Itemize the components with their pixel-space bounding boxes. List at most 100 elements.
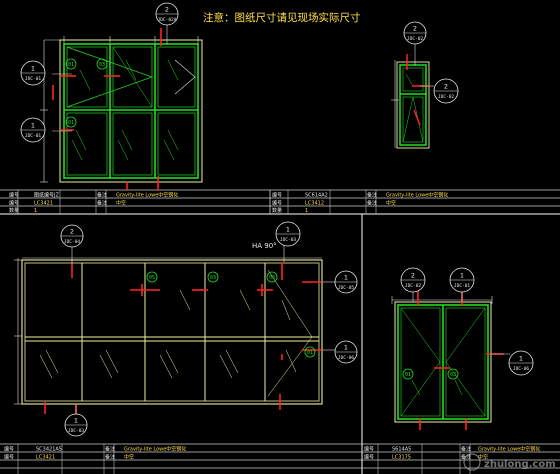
svg-text:JDC-03: JDC-03: [68, 428, 85, 434]
section-callout-jdc-04: 2 JDC-04: [60, 224, 84, 248]
svg-text:Gravity-lite Lowe中空钢化: Gravity-lite Lowe中空钢化: [386, 192, 448, 199]
section-callout-jdc-02-c: 2 JDC-02: [400, 267, 426, 293]
svg-text:图纸编号JZ: 图纸编号JZ: [34, 192, 59, 199]
svg-text:1: 1: [286, 226, 290, 234]
svg-text:Gravity-lite Lowe中空钢化: Gravity-lite Lowe中空钢化: [124, 446, 186, 453]
svg-text:JDC-02A: JDC-02A: [158, 17, 177, 23]
cad-drawing-viewport: 编号 图纸编号JZ 备注 Gravity-lite Lowe中空钢化 编号 LC…: [0, 0, 560, 474]
svg-text:2: 2: [413, 25, 417, 33]
svg-text:备注: 备注: [367, 200, 377, 207]
svg-text:S614A5: S614A5: [392, 447, 411, 453]
section-callout-jdc-02-b: 2 JDC-02: [433, 78, 459, 104]
svg-text:数量: 数量: [9, 207, 19, 214]
svg-text:1: 1: [344, 344, 348, 352]
section-callout-jdc-02a: 2 JDC-02A: [155, 2, 179, 26]
title-block-bottom-left: 编号 SC3421A5 备注 Gravity-lite Lowe中空钢化 编号 …: [4, 446, 186, 461]
panel-tag-8: 01: [402, 368, 414, 380]
svg-text:JDC-01: JDC-01: [25, 76, 42, 82]
panel-tag-9: 03: [447, 368, 459, 380]
title-block-top-right: 编号 SC614A2 备注 Gravity-lite Lowe中空钢化 编号 L…: [272, 192, 448, 215]
panel-tag-3: 01: [65, 116, 77, 128]
svg-text:LC3412: LC3412: [305, 201, 324, 207]
svg-text:2: 2: [70, 228, 74, 236]
svg-text:编号: 编号: [364, 454, 374, 461]
svg-text:1: 1: [74, 417, 78, 425]
svg-text:JDC-01: JDC-01: [25, 133, 42, 139]
svg-text:Gravity-lite Lowe中空钢化: Gravity-lite Lowe中空钢化: [116, 192, 178, 199]
svg-text:数量: 数量: [272, 207, 282, 214]
section-callout-jdc-03-b: 1 JDC-03: [64, 413, 88, 437]
svg-text:1: 1: [519, 355, 523, 363]
svg-text:编号: 编号: [9, 200, 19, 207]
svg-text:03: 03: [450, 372, 456, 378]
section-callout-jdc-05: 1 JDC-05: [334, 270, 358, 294]
svg-text:备注: 备注: [97, 200, 107, 207]
section-callout-jdc-06-a: 1 JDC-06: [334, 340, 358, 364]
svg-text:JDC-02: JDC-02: [438, 94, 455, 100]
svg-text:1: 1: [344, 274, 348, 282]
svg-text:03: 03: [99, 62, 105, 68]
svg-text:备注: 备注: [461, 446, 471, 453]
svg-text:编号: 编号: [9, 192, 19, 199]
panel-tag-5: 03: [207, 271, 219, 283]
svg-text:03: 03: [210, 275, 216, 281]
svg-text:编号: 编号: [4, 454, 14, 461]
svg-text:SC614A2: SC614A2: [305, 193, 328, 199]
cad-drawing: 编号 图纸编号JZ 备注 Gravity-lite Lowe中空钢化 编号 LC…: [0, 2, 560, 474]
svg-text:备注: 备注: [367, 192, 377, 199]
section-callout-jdc-01-a: 1 JDC-01: [20, 60, 46, 86]
window-elevation-d: [391, 272, 510, 430]
section-callout-jdc-01-c: 1 JDC-01: [449, 267, 475, 293]
svg-text:01: 01: [68, 62, 74, 68]
svg-text:03: 03: [269, 275, 275, 281]
svg-text:LC3175: LC3175: [392, 455, 411, 461]
svg-text:JDC-06: JDC-06: [513, 366, 530, 372]
svg-text:编号: 编号: [364, 446, 374, 453]
angle-dimension-label: HA 90°: [252, 242, 277, 250]
svg-text:中空: 中空: [386, 200, 396, 207]
svg-text:JDC-04: JDC-04: [64, 239, 81, 245]
svg-text:01: 01: [68, 120, 74, 126]
window-elevation-c: [14, 236, 338, 420]
svg-text:1: 1: [31, 65, 35, 73]
svg-text:备注: 备注: [105, 446, 115, 453]
svg-text:编号: 编号: [4, 446, 14, 453]
drawing-notice: 注意：图纸尺寸请见现场实际尺寸: [203, 11, 361, 24]
svg-text:zhulong.com: zhulong.com: [484, 459, 556, 470]
svg-text:JDC-02: JDC-02: [405, 283, 422, 289]
panel-tag-7: 01: [304, 346, 316, 358]
svg-text:JDC-06: JDC-06: [338, 355, 355, 361]
section-callout-jdc-03-a: 1 JDC-03: [275, 221, 301, 247]
svg-text:Gravity-lite Lowe中空钢化: Gravity-lite Lowe中空钢化: [478, 446, 540, 453]
svg-text:1: 1: [34, 208, 37, 214]
section-callout-jdc-01-b: 1 JDC-01: [20, 117, 46, 143]
title-block-top-left: 编号 图纸编号JZ 备注 Gravity-lite Lowe中空钢化 编号 LC…: [9, 192, 178, 215]
svg-text:中空: 中空: [124, 454, 134, 461]
svg-text:编号: 编号: [272, 200, 282, 207]
svg-text:1: 1: [460, 272, 464, 280]
svg-text:2: 2: [444, 83, 448, 91]
svg-text:01: 01: [405, 372, 411, 378]
svg-text:2: 2: [165, 6, 169, 14]
svg-text:备注: 备注: [97, 192, 107, 199]
svg-text:JDC-05: JDC-05: [338, 285, 355, 291]
svg-text:编号: 编号: [272, 192, 282, 199]
watermark: zhulong.com: [463, 453, 556, 471]
svg-text:1: 1: [305, 208, 308, 214]
svg-text:SC3421A5: SC3421A5: [36, 447, 62, 453]
panel-tag-6: 03: [266, 271, 278, 283]
svg-text:中空: 中空: [116, 200, 126, 207]
window-elevation-b: [391, 40, 434, 149]
svg-text:05: 05: [149, 275, 155, 281]
section-callout-jdc-02-a: 2 JDC-02: [403, 21, 427, 45]
svg-text:JDC-03: JDC-03: [280, 237, 297, 243]
panel-tag-1: 01: [65, 58, 77, 70]
section-callout-jdc-06-b: 1 JDC-06: [508, 350, 534, 376]
svg-text:01: 01: [307, 350, 313, 356]
svg-text:LC3421: LC3421: [36, 455, 55, 461]
svg-text:JDC-01: JDC-01: [454, 283, 471, 289]
svg-text:JDC-02: JDC-02: [407, 36, 424, 42]
panel-tag-2: 03: [96, 58, 108, 70]
svg-text:1: 1: [31, 122, 35, 130]
svg-text:LC3421: LC3421: [34, 201, 53, 207]
